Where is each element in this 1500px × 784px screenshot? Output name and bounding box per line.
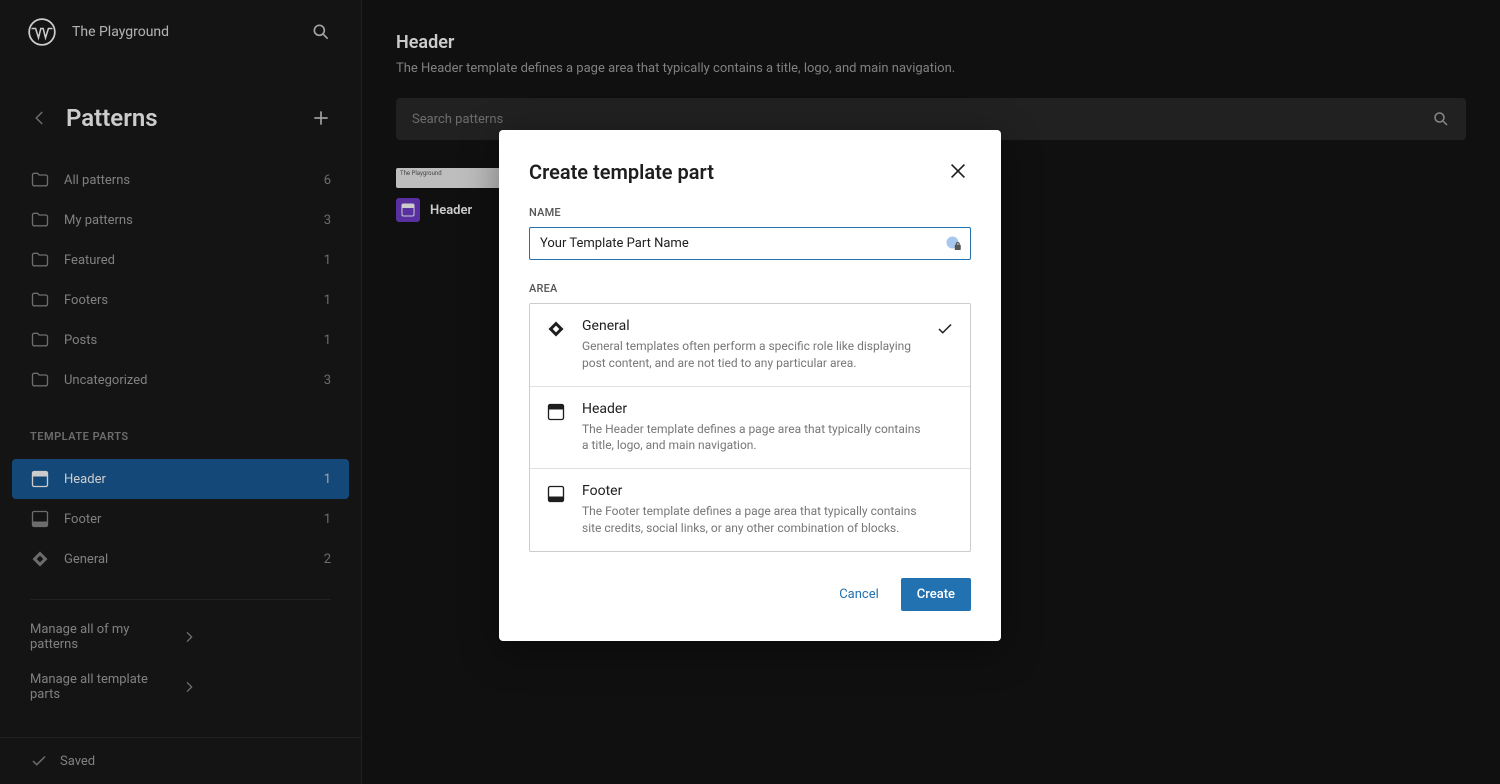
area-description: General templates often perform a specif… [582,338,926,372]
create-button[interactable]: Create [901,578,971,611]
area-description: The Header template defines a page area … [582,421,926,455]
area-name: Header [582,401,926,417]
cancel-button[interactable]: Cancel [823,578,895,611]
modal-title: Create template part [529,160,714,184]
check-icon [936,320,954,338]
name-field-label: NAME [529,206,971,219]
close-button[interactable] [947,160,971,184]
area-options: General General templates often perform … [529,303,971,552]
area-name: Footer [582,483,926,499]
lock-badge-icon [945,235,963,253]
area-option-header[interactable]: Header The Header template defines a pag… [530,387,970,470]
area-option-footer[interactable]: Footer The Footer template defines a pag… [530,469,970,551]
general-layout-icon [546,319,568,341]
area-description: The Footer template defines a page area … [582,503,926,537]
check-icon [936,485,954,503]
area-field-label: AREA [529,282,971,295]
modal-overlay[interactable]: Create template part NAME AREA General G… [0,0,1500,784]
area-option-general[interactable]: General General templates often perform … [530,304,970,387]
template-part-name-input[interactable] [529,227,971,260]
header-layout-icon [546,402,568,424]
check-icon [936,403,954,421]
area-name: General [582,318,926,334]
create-template-part-modal: Create template part NAME AREA General G… [499,130,1001,641]
footer-layout-icon [546,484,568,506]
